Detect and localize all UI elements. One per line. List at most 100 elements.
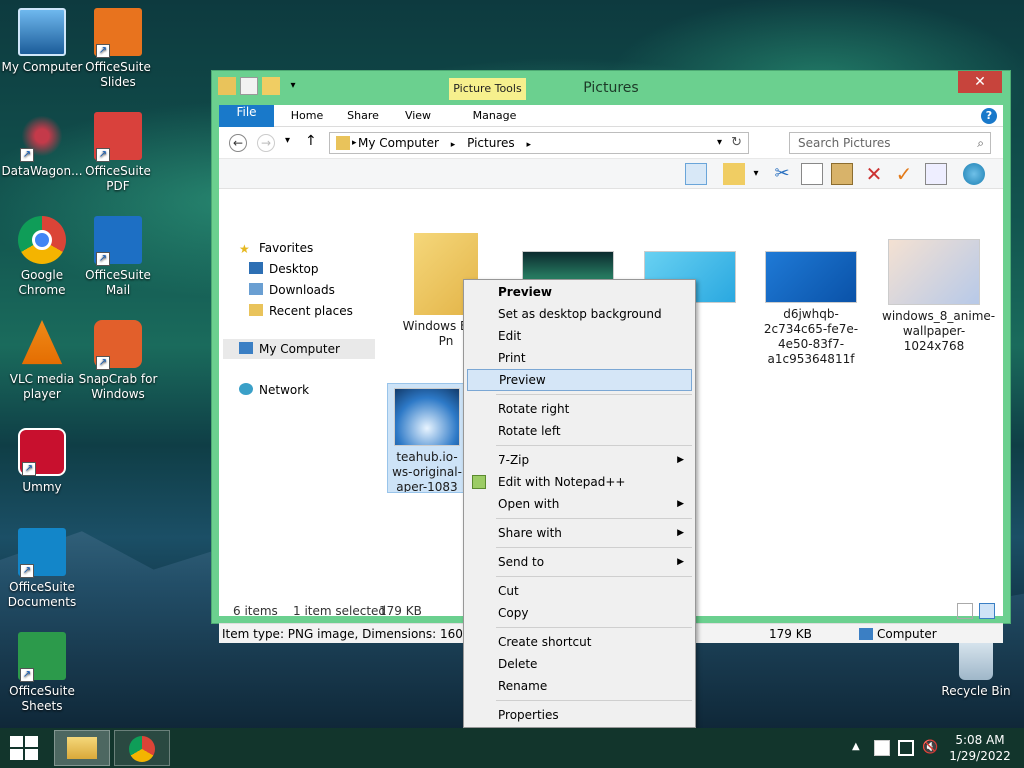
chrome-icon xyxy=(18,216,66,264)
folder-options-icon[interactable] xyxy=(723,163,745,185)
desktop-icon-my-computer[interactable]: My Computer xyxy=(0,8,84,75)
desktop-icon-datawagon[interactable]: ↗ DataWagon... xyxy=(0,112,84,179)
windows-logo-icon xyxy=(10,736,23,747)
taskbar-file-explorer[interactable] xyxy=(54,730,110,766)
chevron-down-icon[interactable]: ▾ xyxy=(745,163,767,185)
menu-item-create-shortcut[interactable]: Create shortcut xyxy=(467,631,692,653)
tab-home[interactable]: Home xyxy=(281,105,333,127)
action-center-flag-icon[interactable] xyxy=(874,740,890,756)
menu-separator xyxy=(496,576,692,577)
mail-icon: ↗ xyxy=(94,216,142,266)
back-icon[interactable]: ← xyxy=(229,134,247,152)
star-icon: ★ xyxy=(239,242,250,256)
desktop-icon-officesuite-pdf[interactable]: ↗ OfficeSuite PDF xyxy=(76,112,160,194)
large-icons-view-icon[interactable] xyxy=(979,603,995,619)
breadcrumb-pictures[interactable]: Pictures xyxy=(467,136,515,150)
menu-item-rename[interactable]: Rename xyxy=(467,675,692,697)
nav-my-computer[interactable]: My Computer xyxy=(223,339,375,359)
close-button[interactable]: ✕ xyxy=(958,71,1002,93)
paste-icon[interactable] xyxy=(831,163,853,185)
help-icon[interactable]: ? xyxy=(981,108,997,124)
rename-icon[interactable] xyxy=(925,163,947,185)
notepadpp-icon xyxy=(472,475,486,489)
menu-item-edit-notepadpp[interactable]: Edit with Notepad++ xyxy=(467,471,692,493)
show-hidden-icons-icon[interactable]: ▲ xyxy=(852,741,860,752)
system-clock[interactable]: 5:08 AM 1/29/2022 xyxy=(944,732,1016,764)
recent-locations-chevron-icon[interactable]: ▾ xyxy=(285,135,290,146)
desktop-icon-officesuite-sheets[interactable]: ↗ OfficeSuite Sheets xyxy=(0,632,84,714)
menu-item-7zip[interactable]: 7-Zip ▶ xyxy=(467,449,692,471)
nav-favorites[interactable]: ★ Favorites xyxy=(239,241,313,256)
checkmark-icon[interactable]: ✓ xyxy=(893,163,915,185)
cut-scissors-icon[interactable]: ✂ xyxy=(771,163,793,185)
address-bar[interactable]: ▸ My Computer ▸ Pictures ▸ ▾ ↻ xyxy=(329,132,749,154)
desktop-icon-google-chrome[interactable]: Google Chrome xyxy=(0,216,84,298)
chrome-icon xyxy=(129,736,155,762)
menu-separator xyxy=(496,518,692,519)
refresh-icon[interactable]: ↻ xyxy=(731,133,742,153)
desktop-icon-ummy[interactable]: ↗ Ummy xyxy=(0,428,84,495)
tab-file[interactable]: File xyxy=(219,105,274,127)
title-bar[interactable]: ▾ Picture Tools Pictures ✕ xyxy=(212,71,1010,105)
menu-item-preview[interactable]: Preview xyxy=(467,369,692,391)
submenu-arrow-icon: ▶ xyxy=(677,528,684,538)
search-input[interactable]: Search Pictures ⌕ xyxy=(789,132,991,154)
menu-item-open-with[interactable]: Open with ▶ xyxy=(467,493,692,515)
preview-pane-icon[interactable] xyxy=(685,163,707,185)
menu-separator xyxy=(496,700,692,701)
ummy-download-icon: ↗ xyxy=(18,428,66,476)
ribbon-tabs: File Home Share View Manage ? xyxy=(219,105,1003,127)
menu-item-share-with[interactable]: Share with ▶ xyxy=(467,522,692,544)
menu-separator xyxy=(496,547,692,548)
command-toolbar: ▾ ✂ ✕ ✓ xyxy=(219,159,1003,189)
delete-icon[interactable]: ✕ xyxy=(863,163,885,185)
menu-item-send-to[interactable]: Send to ▶ xyxy=(467,551,692,573)
menu-item-rotate-left[interactable]: Rotate left xyxy=(467,420,692,442)
breadcrumb-my-computer[interactable]: My Computer xyxy=(358,136,439,150)
nav-downloads[interactable]: Downloads xyxy=(249,283,335,297)
desktop-icon-officesuite-documents[interactable]: ↗ OfficeSuite Documents xyxy=(0,528,84,610)
menu-item-print[interactable]: Print xyxy=(467,347,692,369)
menu-item-preview-default[interactable]: Preview xyxy=(467,281,692,303)
menu-item-properties[interactable]: Properties xyxy=(467,704,692,726)
datawagon-icon: ↗ xyxy=(18,112,66,162)
tab-manage[interactable]: Manage xyxy=(456,105,533,127)
copy-icon[interactable] xyxy=(801,163,823,185)
desktop-icon-officesuite-slides[interactable]: ↗ OfficeSuite Slides xyxy=(76,8,160,90)
menu-item-delete[interactable]: Delete xyxy=(467,653,692,675)
menu-item-set-desktop-background[interactable]: Set as desktop background xyxy=(467,303,692,325)
globe-icon[interactable] xyxy=(963,163,985,185)
desktop-icon xyxy=(249,262,263,274)
menu-item-edit[interactable]: Edit xyxy=(467,325,692,347)
up-arrow-icon[interactable]: ↑ xyxy=(305,133,317,149)
nav-network[interactable]: Network xyxy=(239,383,309,397)
volume-muted-icon[interactable]: 🔇 xyxy=(922,740,938,755)
menu-separator xyxy=(496,394,692,395)
sheets-icon: ↗ xyxy=(18,632,66,682)
menu-item-cut[interactable]: Cut xyxy=(467,580,692,602)
desktop-icon-vlc[interactable]: VLC media player xyxy=(0,320,84,402)
network-status-icon[interactable] xyxy=(898,740,914,756)
desktop-icon-officesuite-mail[interactable]: ↗ OfficeSuite Mail xyxy=(76,216,160,298)
nav-desktop[interactable]: Desktop xyxy=(249,262,319,276)
address-row: ← → ▾ ↑ ▸ My Computer ▸ Pictures ▸ ▾ ↻ S… xyxy=(219,127,1003,159)
submenu-arrow-icon: ▶ xyxy=(677,557,684,567)
forward-icon[interactable]: → xyxy=(257,134,275,152)
menu-item-rotate-right[interactable]: Rotate right xyxy=(467,398,692,420)
window-title: Pictures xyxy=(583,80,639,96)
documents-icon: ↗ xyxy=(18,528,66,578)
nav-recent-places[interactable]: Recent places xyxy=(249,304,353,318)
details-view-icon[interactable] xyxy=(957,603,973,619)
address-dropdown-icon[interactable]: ▾ xyxy=(717,133,722,153)
taskbar-chrome[interactable] xyxy=(114,730,170,766)
menu-item-copy[interactable]: Copy xyxy=(467,602,692,624)
menu-separator xyxy=(496,627,692,628)
network-icon xyxy=(239,383,253,395)
file-item-selected[interactable]: teahub.io-ws-original-aper-1083 xyxy=(387,383,467,493)
start-button[interactable] xyxy=(10,736,38,760)
tab-share[interactable]: Share xyxy=(337,105,389,127)
tab-view[interactable]: View xyxy=(393,105,443,127)
desktop-icon-snapcrab[interactable]: ↗ SnapCrab for Windows xyxy=(76,320,160,402)
file-item[interactable]: windows_8_anime-wallpaper-1024x768 xyxy=(882,239,995,354)
file-item[interactable]: d6jwhqb-2c734c65-fe7e-4e50-83f7-a1c95364… xyxy=(758,251,864,367)
